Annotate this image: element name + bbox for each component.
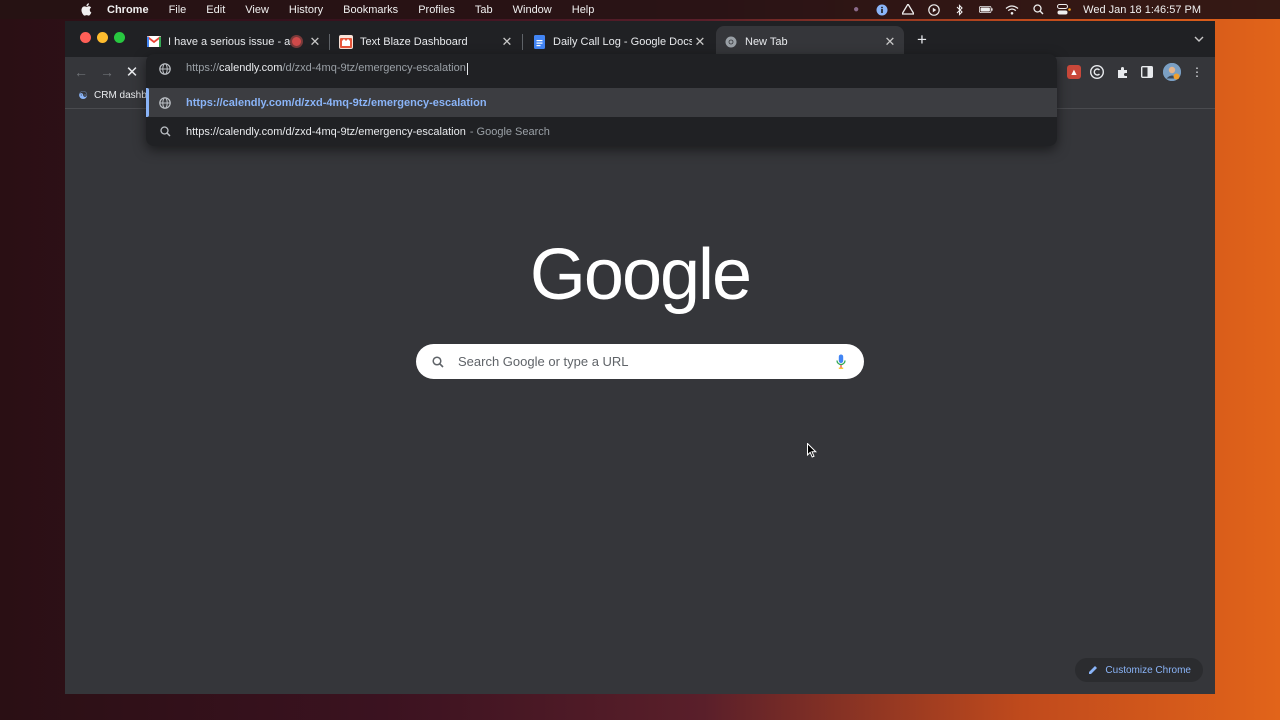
chrome-menu-kebab-icon[interactable]: ⋮	[1188, 63, 1206, 81]
omnibox-suggestion-url[interactable]: https://calendly.com/d/zxd-4mq-9tz/emerg…	[146, 88, 1057, 117]
suggestion-suffix: - Google Search	[469, 125, 550, 138]
recording-indicator-icon	[292, 37, 301, 46]
url-host: calendly.com	[219, 62, 283, 75]
customize-chrome-button[interactable]: Customize Chrome	[1075, 658, 1203, 682]
url-scheme: https://	[186, 62, 220, 75]
omnibox-dropdown: https://calendly.com/d/zxd-4mq-9tz/emerg…	[146, 54, 1057, 146]
battery-icon[interactable]	[979, 4, 993, 16]
tab-title: I have a serious issue - and	[168, 35, 292, 48]
tab-new-tab[interactable]: New Tab ✕	[716, 26, 904, 57]
drive-icon[interactable]	[901, 4, 915, 16]
tab-separator	[329, 34, 330, 50]
control-center-icon[interactable]	[1057, 4, 1071, 16]
voice-search-mic-icon[interactable]	[834, 354, 848, 370]
spotlight-search-icon[interactable]	[1031, 4, 1045, 16]
apple-menu-icon[interactable]	[80, 3, 92, 16]
bluetooth-icon[interactable]	[953, 3, 967, 16]
menu-bookmarks[interactable]: Bookmarks	[343, 4, 398, 16]
chrome-window: I have a serious issue - and ✕ Text Blaz…	[65, 21, 1215, 694]
status-area: ● Wed Jan 18 1:46:57 PM	[837, 0, 1280, 19]
text-blaze-icon	[339, 34, 353, 49]
suggestion-text: https://calendly.com/d/zxd-4mq-9tz/emerg…	[186, 96, 487, 109]
back-arrow-icon[interactable]: ←	[71, 62, 91, 82]
forward-arrow-icon[interactable]: →	[97, 62, 117, 82]
stop-loading-icon[interactable]: ✕	[122, 62, 142, 82]
tab-text-blaze[interactable]: Text Blaze Dashboard ✕	[331, 26, 521, 57]
text-blaze-extension-icon[interactable]: ▲	[1067, 65, 1081, 79]
menu-view[interactable]: View	[245, 4, 269, 16]
pencil-icon	[1087, 664, 1099, 676]
menu-history[interactable]: History	[289, 4, 323, 16]
menu-tab[interactable]: Tab	[475, 4, 493, 16]
menu-window[interactable]: Window	[513, 4, 552, 16]
gmail-icon	[147, 35, 161, 49]
extension-icons: ▲ ⋮	[1060, 62, 1206, 82]
tab-gmail[interactable]: I have a serious issue - and ✕	[139, 26, 329, 57]
chrome-icon	[724, 35, 738, 49]
menu-app-name[interactable]: Chrome	[107, 4, 149, 16]
search-icon	[158, 125, 172, 139]
menubar-clock[interactable]: Wed Jan 18 1:46:57 PM	[1083, 4, 1201, 16]
wifi-icon[interactable]	[1005, 4, 1019, 16]
close-tab-icon[interactable]: ✕	[692, 34, 708, 50]
search-placeholder: Search Google or type a URL	[458, 354, 629, 369]
play-circle-icon[interactable]	[927, 3, 941, 16]
extensions-puzzle-icon[interactable]	[1113, 63, 1131, 81]
suggestion-text: https://calendly.com/d/zxd-4mq-9tz/emerg…	[186, 125, 466, 138]
globe-icon	[158, 62, 172, 76]
google-docs-icon	[532, 34, 546, 49]
tab-title: New Tab	[745, 35, 788, 48]
window-close-button[interactable]	[80, 32, 91, 43]
tab-separator	[522, 34, 523, 50]
new-tab-page: Google Search Google or type a URL Custo…	[65, 110, 1215, 694]
tab-title: Text Blaze Dashboard	[360, 35, 468, 48]
address-bar-input[interactable]: https://calendly.com/d/zxd-4mq-9tz/emerg…	[146, 54, 1057, 83]
close-tab-icon[interactable]: ✕	[882, 34, 898, 50]
text-caret	[466, 62, 468, 75]
url-path: /d/zxd-4mq-9tz/emergency-escalation	[282, 62, 466, 75]
close-tab-icon[interactable]: ✕	[499, 34, 515, 50]
search-icon	[430, 354, 446, 370]
bookmark-crm-dashboard[interactable]: ☯ CRM dashb	[77, 89, 147, 102]
bookmark-label: CRM dashb	[94, 89, 147, 101]
mouse-cursor-icon	[807, 442, 818, 459]
tab-strip: I have a serious issue - and ✕ Text Blaz…	[65, 21, 1215, 57]
macos-menu-bar: Chrome File Edit View History Bookmarks …	[0, 0, 1280, 19]
tab-google-docs[interactable]: Daily Call Log - Google Docs ✕	[524, 26, 714, 57]
menu-edit[interactable]: Edit	[206, 4, 225, 16]
ntp-search-box[interactable]: Search Google or type a URL	[416, 344, 864, 379]
customize-label: Customize Chrome	[1105, 664, 1191, 676]
info-icon[interactable]	[875, 4, 889, 16]
tab-search-chevron-down-icon[interactable]	[1191, 31, 1207, 47]
window-zoom-button[interactable]	[114, 32, 125, 43]
omnibox-suggestion-search[interactable]: https://calendly.com/d/zxd-4mq-9tz/emerg…	[146, 117, 1057, 146]
globe-icon	[158, 96, 172, 110]
side-panel-icon[interactable]	[1138, 63, 1156, 81]
google-logo: Google	[529, 235, 752, 315]
menu-file[interactable]: File	[169, 4, 187, 16]
close-tab-icon[interactable]: ✕	[307, 34, 323, 50]
grammar-extension-icon[interactable]	[1088, 63, 1106, 81]
window-minimize-button[interactable]	[97, 32, 108, 43]
menu-help[interactable]: Help	[572, 4, 595, 16]
tab-title: Daily Call Log - Google Docs	[553, 35, 692, 48]
menu-profiles[interactable]: Profiles	[418, 4, 455, 16]
new-tab-plus-icon[interactable]: +	[913, 30, 931, 49]
profile-avatar[interactable]	[1163, 63, 1181, 81]
crm-bookmark-icon: ☯	[78, 89, 88, 102]
microphone-status-icon[interactable]: ●	[849, 4, 863, 16]
